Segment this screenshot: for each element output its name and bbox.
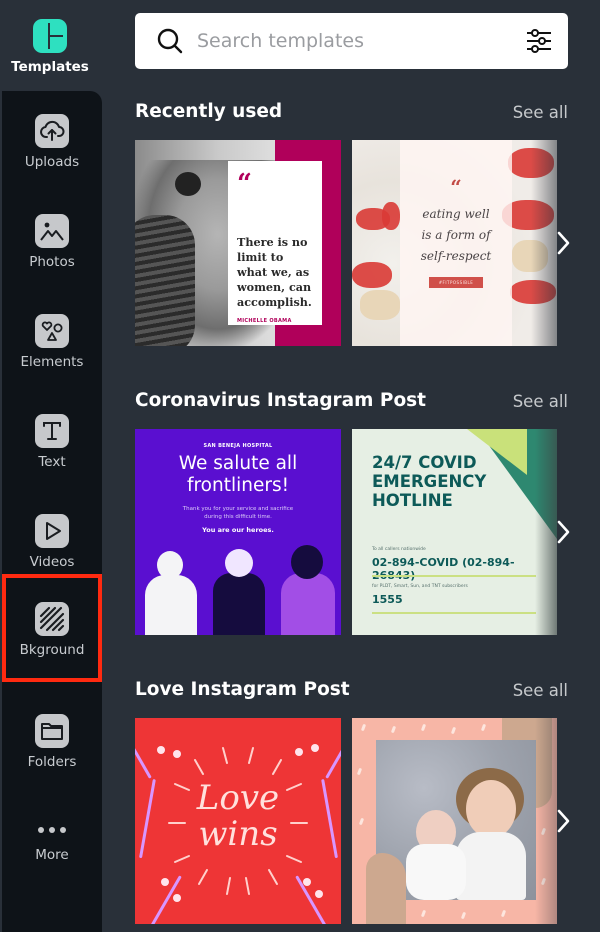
sidebar-item-folders[interactable]: Folders: [2, 692, 102, 792]
quote-line: is a form of: [421, 228, 491, 242]
hashtag-badge: #FITPOSSIBLE: [428, 277, 484, 288]
folder-icon: [35, 714, 69, 748]
sidebar-item-more[interactable]: More: [2, 792, 102, 892]
cloud-upload-icon: [35, 114, 69, 148]
quote-text: eating well is a form of self-respect: [421, 204, 492, 267]
background-pattern-icon: [35, 602, 69, 636]
templates-icon: [33, 19, 67, 53]
label-subscribers: for PLDT, Smart, Sun, and TNT subscriber…: [372, 584, 468, 589]
short-number: 1555: [372, 593, 403, 606]
figure-nurse: [281, 573, 335, 635]
quote-text: There is no limit to what we, as women, …: [237, 235, 312, 309]
sidebar-item-elements[interactable]: Elements: [2, 292, 102, 392]
kraft-paper-shape: [366, 853, 406, 924]
figure-doctor-head: [225, 549, 253, 577]
search-input[interactable]: [197, 30, 524, 52]
sunburst-rays: [168, 747, 308, 895]
section-title-coronavirus: Coronavirus Instagram Post: [135, 390, 427, 411]
chevron-right-icon[interactable]: [552, 515, 576, 549]
sidebar-item-background[interactable]: Bkground: [2, 580, 102, 680]
template-thumbnail[interactable]: [352, 718, 557, 924]
section-title-recently-used: Recently used: [135, 101, 283, 122]
pattern-speck: [460, 911, 467, 920]
pattern-speck: [420, 909, 427, 918]
quote-mark: “: [237, 169, 252, 199]
subtext: Thank you for your service and sacrifice…: [182, 506, 294, 520]
quote-line: eating well: [422, 207, 490, 221]
tire-shape: [135, 215, 195, 346]
figure-hazmat: [145, 575, 197, 635]
sidebar-item-label: Bkground: [19, 642, 85, 658]
hotline-number: 02-894-COVID (02-894-26843): [372, 556, 515, 582]
pattern-speck: [360, 723, 367, 732]
sidebar-item-videos[interactable]: Videos: [2, 492, 102, 592]
sidebar-item-label: Text: [38, 454, 66, 470]
see-all-link[interactable]: See all: [513, 392, 568, 411]
template-thumbnail[interactable]: SAN BENEJA HOSPITAL We salute all frontl…: [135, 429, 341, 635]
child-face: [466, 780, 516, 838]
more-dots-icon: [38, 827, 66, 833]
figure-hazmat-head: [157, 551, 183, 579]
pattern-speck: [390, 725, 397, 734]
search-icon[interactable]: [155, 26, 185, 56]
shapes-icon: [35, 314, 69, 348]
sidebar-item-templates[interactable]: Templates: [0, 2, 100, 92]
see-all-link[interactable]: See all: [513, 103, 568, 122]
quote-band: “ eating well is a form of self-respect …: [400, 140, 512, 346]
headline: 24/7 COVID EMERGENCY HOTLINE: [372, 453, 486, 510]
sidebar-item-label: Uploads: [24, 154, 80, 170]
sidebar-item-label: Elements: [20, 354, 84, 370]
divider: [372, 575, 536, 577]
text-icon: [35, 414, 69, 448]
pattern-speck: [420, 723, 427, 732]
sidebar-item-label: Folders: [27, 754, 77, 770]
photo-icon: [35, 214, 69, 248]
headline-line: HOTLINE: [372, 491, 453, 510]
quote-mark: “: [450, 175, 462, 199]
divider: [372, 612, 536, 614]
section-title-love: Love Instagram Post: [135, 679, 350, 700]
chevron-right-icon[interactable]: [552, 804, 576, 838]
search-bar: [135, 13, 568, 69]
pattern-speck: [500, 909, 507, 918]
baby-swaddle: [406, 844, 466, 900]
quote-author: MICHELLE OBAMA: [237, 318, 292, 324]
template-thumbnail[interactable]: Love wins: [135, 718, 341, 924]
quote-line: self-respect: [420, 249, 492, 263]
headline: We salute all frontliners!: [178, 453, 298, 496]
sidebar-item-label: More: [35, 847, 69, 863]
template-thumbnail[interactable]: “ eating well is a form of self-respect …: [352, 140, 557, 346]
sidebar-item-label: Photos: [29, 254, 75, 270]
headline-line: EMERGENCY: [372, 472, 487, 491]
pattern-speck: [480, 723, 487, 732]
org-name: SAN BENEJA HOSPITAL: [203, 443, 273, 449]
pattern-speck: [450, 726, 457, 735]
template-thumbnail[interactable]: 24/7 COVID EMERGENCY HOTLINE To all call…: [352, 429, 557, 635]
sidebar-item-label: Templates: [11, 59, 89, 75]
strawberry: [382, 202, 400, 230]
chevron-right-icon[interactable]: [552, 226, 576, 260]
pattern-speck: [358, 817, 365, 826]
play-icon: [35, 514, 69, 548]
filter-sliders-icon[interactable]: [524, 26, 554, 56]
sidebar-item-uploads[interactable]: Uploads: [2, 92, 102, 192]
pattern-speck: [356, 767, 363, 776]
headline-line: 24/7 COVID: [372, 453, 477, 472]
tagline: You are our heroes.: [202, 526, 274, 534]
figure-nurse-hair: [291, 545, 323, 579]
strawberry: [352, 262, 392, 288]
child-body: [456, 832, 526, 900]
see-all-link[interactable]: See all: [513, 681, 568, 700]
templates-panel: Templates Uploads Photos Elements Text V…: [0, 0, 600, 932]
hair-shape: [175, 172, 201, 196]
sidebar-item-text[interactable]: Text: [2, 392, 102, 492]
sidebar-item-label: Videos: [29, 554, 75, 570]
oats: [360, 290, 400, 320]
template-thumbnail[interactable]: “ There is no limit to what we, as women…: [135, 140, 341, 346]
figure-doctor: [213, 573, 265, 635]
label-nationwide: To all callers nationwide: [372, 547, 426, 552]
quote-card: “ There is no limit to what we, as women…: [228, 161, 322, 325]
sidebar-item-photos[interactable]: Photos: [2, 192, 102, 292]
